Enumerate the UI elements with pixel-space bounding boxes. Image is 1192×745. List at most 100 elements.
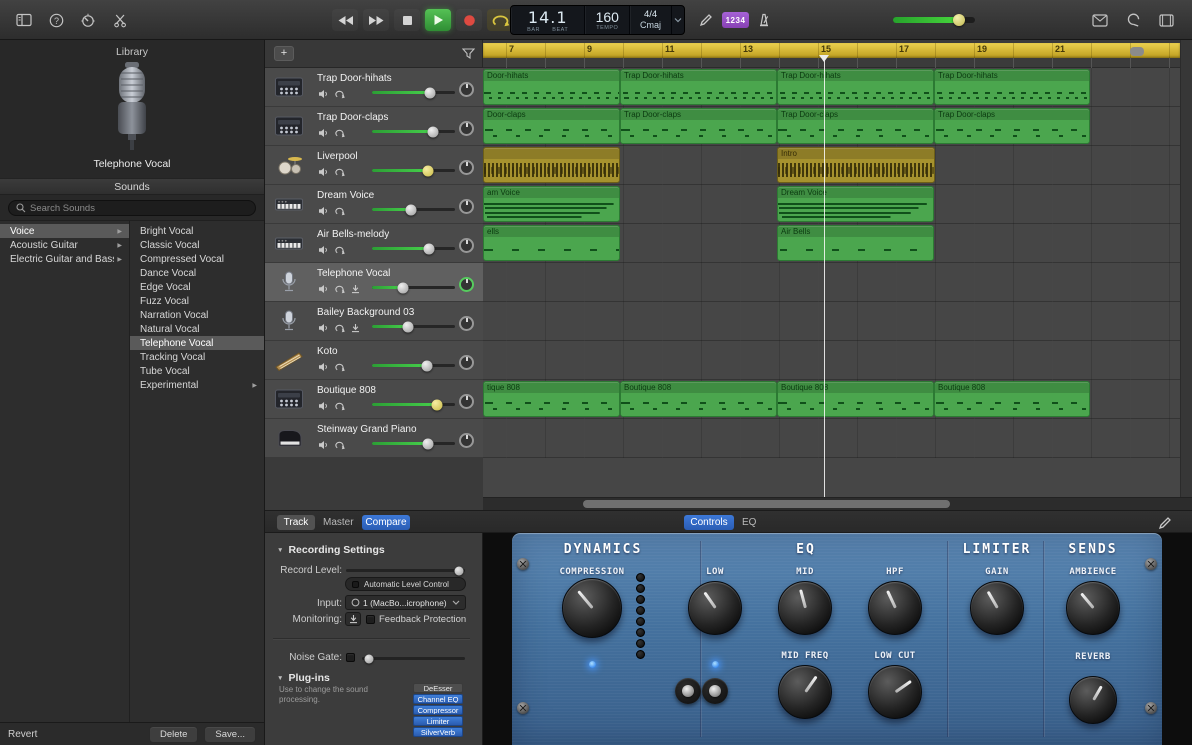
cycle-region-button[interactable] xyxy=(333,128,345,139)
play-button[interactable] xyxy=(425,9,451,31)
library-toggle-icon[interactable] xyxy=(12,8,36,32)
midi-region[interactable]: Trap Door-claps xyxy=(620,108,777,144)
mute-button[interactable] xyxy=(317,323,329,334)
knob-gain[interactable] xyxy=(970,581,1024,635)
search-input[interactable] xyxy=(30,202,248,214)
monitoring-button[interactable] xyxy=(345,612,361,626)
midi-region[interactable]: tique 808 xyxy=(483,381,620,417)
timeline-lane[interactable] xyxy=(483,419,1180,458)
patch-dance-vocal[interactable]: Dance Vocal xyxy=(130,266,264,280)
timeline-lane[interactable]: am Voice Dream Voice xyxy=(483,185,1180,224)
volume-slider[interactable] xyxy=(372,204,455,215)
pan-knob[interactable] xyxy=(459,121,474,136)
tab-controls[interactable]: Controls xyxy=(684,515,734,530)
patch-compressed-vocal[interactable]: Compressed Vocal xyxy=(130,252,264,266)
timeline-lane[interactable]: tique 808 Boutique 808 Boutique 808 Boutiqu… xyxy=(483,380,1180,419)
tab-eq[interactable]: EQ xyxy=(742,517,756,528)
volume-thumb[interactable] xyxy=(402,321,414,332)
record-level-thumb[interactable] xyxy=(454,566,464,575)
lcd-display[interactable]: 14.1 BAR BEAT 160 TEMPO 4/4 Cmaj xyxy=(510,5,685,35)
patch-edge-vocal[interactable]: Edge Vocal xyxy=(130,280,264,294)
record-button[interactable] xyxy=(456,9,482,31)
mute-button[interactable] xyxy=(317,89,329,100)
horizontal-scrollbar-thumb[interactable] xyxy=(583,500,950,508)
metronome-icon[interactable] xyxy=(752,8,776,32)
track-header-koto[interactable]: Koto xyxy=(265,341,483,380)
patch-classic-vocal[interactable]: Classic Vocal xyxy=(130,238,264,252)
knob-compression[interactable] xyxy=(562,578,622,638)
volume-slider[interactable] xyxy=(372,438,455,449)
editors-icon[interactable] xyxy=(108,8,132,32)
delete-button[interactable]: Delete xyxy=(148,725,199,743)
knob-low-cut[interactable] xyxy=(868,665,922,719)
tab-master[interactable]: Master xyxy=(323,517,354,528)
volume-thumb[interactable] xyxy=(427,126,439,137)
mute-button[interactable] xyxy=(317,440,329,451)
midi-region[interactable]: Trap Door-claps xyxy=(777,108,934,144)
media-browser-icon[interactable] xyxy=(1154,8,1178,32)
stop-button[interactable] xyxy=(394,9,420,31)
volume-slider[interactable] xyxy=(372,399,455,410)
volume-slider[interactable] xyxy=(372,126,455,137)
cycle-region-button[interactable] xyxy=(333,440,345,451)
audio-region[interactable] xyxy=(483,147,620,183)
mute-button[interactable] xyxy=(317,362,329,373)
search-input-wrap[interactable] xyxy=(8,200,256,216)
midi-region[interactable]: Door-hihats xyxy=(483,69,620,105)
volume-slider[interactable] xyxy=(372,321,455,332)
cycle-region-button[interactable] xyxy=(333,323,345,334)
patch-bright-vocal[interactable]: Bright Vocal xyxy=(130,224,264,238)
tab-track[interactable]: Track xyxy=(277,515,315,530)
midi-region[interactable]: Air Bells xyxy=(777,225,934,261)
audio-region[interactable]: Intro xyxy=(777,147,935,183)
vertical-scrollbar[interactable] xyxy=(1180,40,1192,497)
cycle-region-button[interactable] xyxy=(333,401,345,412)
cycle-region-button[interactable] xyxy=(333,206,345,217)
midi-region[interactable]: Trap Door-hihats xyxy=(620,69,777,105)
mute-button[interactable] xyxy=(317,167,329,178)
midi-region[interactable]: Trap Door-hihats xyxy=(934,69,1090,105)
midi-region[interactable]: Trap Door-hihats xyxy=(777,69,934,105)
noise-gate-thumb[interactable] xyxy=(364,654,374,663)
timeline-lane[interactable] xyxy=(483,341,1180,380)
patch-tube-vocal[interactable]: Tube Vocal xyxy=(130,364,264,378)
volume-slider[interactable] xyxy=(372,87,455,98)
midi-region[interactable]: am Voice xyxy=(483,186,620,222)
horizontal-scrollbar[interactable] xyxy=(483,497,1192,510)
playhead-marker[interactable] xyxy=(819,55,829,67)
noise-gate-slider[interactable] xyxy=(362,654,465,663)
volume-slider[interactable] xyxy=(372,165,455,176)
save-button[interactable]: Save... xyxy=(204,725,256,743)
plugin-button-compressor[interactable]: Compressor xyxy=(413,705,463,715)
timeline-lane[interactable] xyxy=(483,302,1180,341)
pan-knob[interactable] xyxy=(459,160,474,175)
feedback-protection-checkbox[interactable] xyxy=(366,615,375,624)
cycle-region-button[interactable] xyxy=(333,245,345,256)
input-monitor-button[interactable] xyxy=(349,323,361,334)
track-header-liverpool[interactable]: Liverpool xyxy=(265,146,483,185)
plugin-button-channel-eq[interactable]: Channel EQ xyxy=(413,694,463,704)
midi-region[interactable]: ells xyxy=(483,225,620,261)
mute-button[interactable] xyxy=(317,245,329,256)
forward-button[interactable] xyxy=(363,9,389,31)
volume-thumb[interactable] xyxy=(421,360,433,371)
track-filter-icon[interactable] xyxy=(462,48,475,59)
auto-level-checkbox[interactable] xyxy=(352,580,359,588)
pan-knob[interactable] xyxy=(459,199,474,214)
loop-browser-icon[interactable] xyxy=(1121,8,1145,32)
count-in-button[interactable]: 1234 xyxy=(722,12,749,28)
pan-knob[interactable] xyxy=(459,277,474,292)
track-header-trap-door-hihats[interactable]: Trap Door-hihats xyxy=(265,68,483,107)
mute-button[interactable] xyxy=(317,284,329,295)
track-header-bailey-background-03[interactable]: Bailey Background 03 xyxy=(265,302,483,341)
compare-button[interactable]: Compare xyxy=(362,515,410,530)
category-acoustic-guitar[interactable]: Acoustic Guitar ▶ xyxy=(0,238,129,252)
timeline-lanes[interactable]: Door-hihats Trap Door-hihats Trap Door-hih… xyxy=(483,68,1180,458)
track-header-steinway-grand-piano[interactable]: Steinway Grand Piano xyxy=(265,419,483,458)
track-header-dream-voice[interactable]: Dream Voice xyxy=(265,185,483,224)
patch-narration-vocal[interactable]: Narration Vocal xyxy=(130,308,264,322)
plugin-button-limiter[interactable]: Limiter xyxy=(413,716,463,726)
knob-ambience[interactable] xyxy=(1066,581,1120,635)
track-header-telephone-vocal[interactable]: Telephone Vocal xyxy=(265,263,483,302)
volume-thumb[interactable] xyxy=(424,87,436,98)
